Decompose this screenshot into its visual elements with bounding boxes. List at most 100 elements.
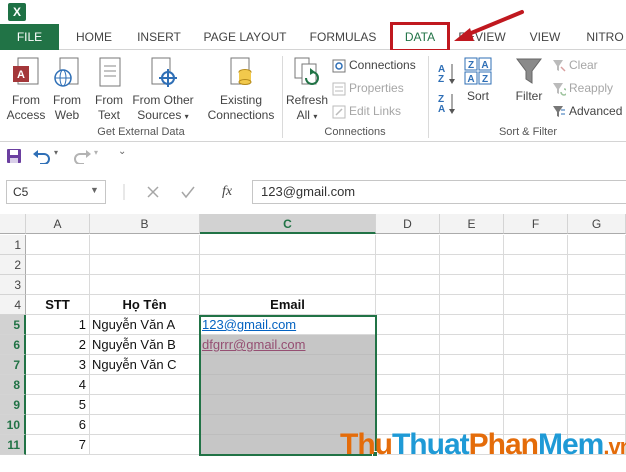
- cell-g7[interactable]: [568, 355, 626, 375]
- column-header-d[interactable]: D: [376, 214, 440, 234]
- cell-e7[interactable]: [440, 355, 504, 375]
- column-header-g[interactable]: G: [568, 214, 626, 234]
- cell-g3[interactable]: [568, 275, 626, 295]
- tab-formulas[interactable]: FORMULAS: [302, 24, 384, 50]
- cell-f4[interactable]: [504, 295, 568, 315]
- cell-d4[interactable]: [376, 295, 440, 315]
- cell-d7[interactable]: [376, 355, 440, 375]
- cell-c8[interactable]: [200, 375, 376, 395]
- cell-a3[interactable]: [26, 275, 90, 295]
- cell-g5[interactable]: [568, 315, 626, 335]
- cell-a11[interactable]: 7: [26, 435, 90, 455]
- cell-c1[interactable]: [200, 235, 376, 255]
- cell-d6[interactable]: [376, 335, 440, 355]
- row-header-2[interactable]: 2: [0, 255, 26, 275]
- cell-g1[interactable]: [568, 235, 626, 255]
- cell-e6[interactable]: [440, 335, 504, 355]
- row-header-11[interactable]: 11: [0, 435, 26, 455]
- row-header-8[interactable]: 8: [0, 375, 26, 395]
- save-icon[interactable]: [6, 148, 22, 164]
- cell-f2[interactable]: [504, 255, 568, 275]
- cell-f1[interactable]: [504, 235, 568, 255]
- reapply-button[interactable]: Reapply: [552, 78, 613, 98]
- cell-e4[interactable]: [440, 295, 504, 315]
- cell-a9[interactable]: 5: [26, 395, 90, 415]
- cell-c4[interactable]: Email: [200, 295, 376, 315]
- refresh-all-button[interactable]: Refresh All ▾: [286, 56, 328, 124]
- formula-input[interactable]: 123@gmail.com: [252, 180, 626, 204]
- cell-a1[interactable]: [26, 235, 90, 255]
- cell-d5[interactable]: [376, 315, 440, 335]
- insert-function-icon[interactable]: fx: [222, 184, 232, 200]
- row-header-6[interactable]: 6: [0, 335, 26, 355]
- existing-connections-button[interactable]: Existing Connections: [204, 56, 278, 123]
- row-header-3[interactable]: 3: [0, 275, 26, 295]
- cell-f7[interactable]: [504, 355, 568, 375]
- cell-b5[interactable]: Nguyễn Văn A: [90, 315, 200, 335]
- cell-f6[interactable]: [504, 335, 568, 355]
- cell-b11[interactable]: [90, 435, 200, 455]
- redo-icon[interactable]: [72, 148, 92, 164]
- from-access-button[interactable]: A From Access: [4, 56, 48, 123]
- from-other-sources-button[interactable]: From Other Sources ▾: [130, 56, 196, 124]
- cell-e1[interactable]: [440, 235, 504, 255]
- properties-button[interactable]: Properties: [332, 78, 404, 98]
- column-header-c[interactable]: C: [200, 214, 376, 234]
- cell-g4[interactable]: [568, 295, 626, 315]
- cell-f5[interactable]: [504, 315, 568, 335]
- column-header-a[interactable]: A: [26, 214, 90, 234]
- customize-qat-icon[interactable]: ⌄: [118, 146, 126, 157]
- cell-d1[interactable]: [376, 235, 440, 255]
- cell-b8[interactable]: [90, 375, 200, 395]
- row-header-10[interactable]: 10: [0, 415, 26, 435]
- cell-b2[interactable]: [90, 255, 200, 275]
- from-text-button[interactable]: From Text: [90, 56, 128, 123]
- cell-d3[interactable]: [376, 275, 440, 295]
- cell-b3[interactable]: [90, 275, 200, 295]
- cell-e3[interactable]: [440, 275, 504, 295]
- row-header-4[interactable]: 4: [0, 295, 26, 315]
- tab-page-layout[interactable]: PAGE LAYOUT: [196, 24, 294, 50]
- cell-d2[interactable]: [376, 255, 440, 275]
- cell-c3[interactable]: [200, 275, 376, 295]
- cell-f3[interactable]: [504, 275, 568, 295]
- cell-d9[interactable]: [376, 395, 440, 415]
- cell-a7[interactable]: 3: [26, 355, 90, 375]
- cell-f9[interactable]: [504, 395, 568, 415]
- cell-e8[interactable]: [440, 375, 504, 395]
- tab-file[interactable]: FILE: [0, 24, 59, 50]
- cell-c2[interactable]: [200, 255, 376, 275]
- edit-links-button[interactable]: Edit Links: [332, 101, 401, 121]
- row-header-9[interactable]: 9: [0, 395, 26, 415]
- cell-c5[interactable]: 123@gmail.com: [200, 315, 376, 335]
- cell-e5[interactable]: [440, 315, 504, 335]
- cell-c6[interactable]: dfgrrr@gmail.com: [200, 335, 376, 355]
- name-box-dropdown-icon[interactable]: ▼: [90, 185, 99, 195]
- undo-icon[interactable]: [32, 148, 52, 164]
- cell-a8[interactable]: 4: [26, 375, 90, 395]
- column-header-b[interactable]: B: [90, 214, 200, 234]
- cell-c7[interactable]: [200, 355, 376, 375]
- cell-b7[interactable]: Nguyễn Văn C: [90, 355, 200, 375]
- cell-g8[interactable]: [568, 375, 626, 395]
- tab-nitro[interactable]: NITRO: [580, 24, 626, 50]
- cell-a10[interactable]: 6: [26, 415, 90, 435]
- select-all-corner[interactable]: [0, 214, 26, 234]
- cell-b4[interactable]: Họ Tên: [90, 295, 200, 315]
- cell-e9[interactable]: [440, 395, 504, 415]
- cell-e2[interactable]: [440, 255, 504, 275]
- tab-insert[interactable]: INSERT: [130, 24, 188, 50]
- cell-f8[interactable]: [504, 375, 568, 395]
- cell-b6[interactable]: Nguyễn Văn B: [90, 335, 200, 355]
- connections-button[interactable]: Connections: [332, 55, 416, 75]
- redo-dropdown-icon[interactable]: ▾: [94, 148, 98, 157]
- cell-b9[interactable]: [90, 395, 200, 415]
- filter-button[interactable]: Filter: [510, 56, 548, 104]
- from-web-button[interactable]: From Web: [48, 56, 86, 123]
- advanced-button[interactable]: Advanced: [552, 101, 622, 121]
- row-header-5[interactable]: 5: [0, 315, 26, 335]
- clear-button[interactable]: Clear: [552, 55, 598, 75]
- column-header-f[interactable]: F: [504, 214, 568, 234]
- undo-dropdown-icon[interactable]: ▾: [54, 148, 58, 157]
- column-header-e[interactable]: E: [440, 214, 504, 234]
